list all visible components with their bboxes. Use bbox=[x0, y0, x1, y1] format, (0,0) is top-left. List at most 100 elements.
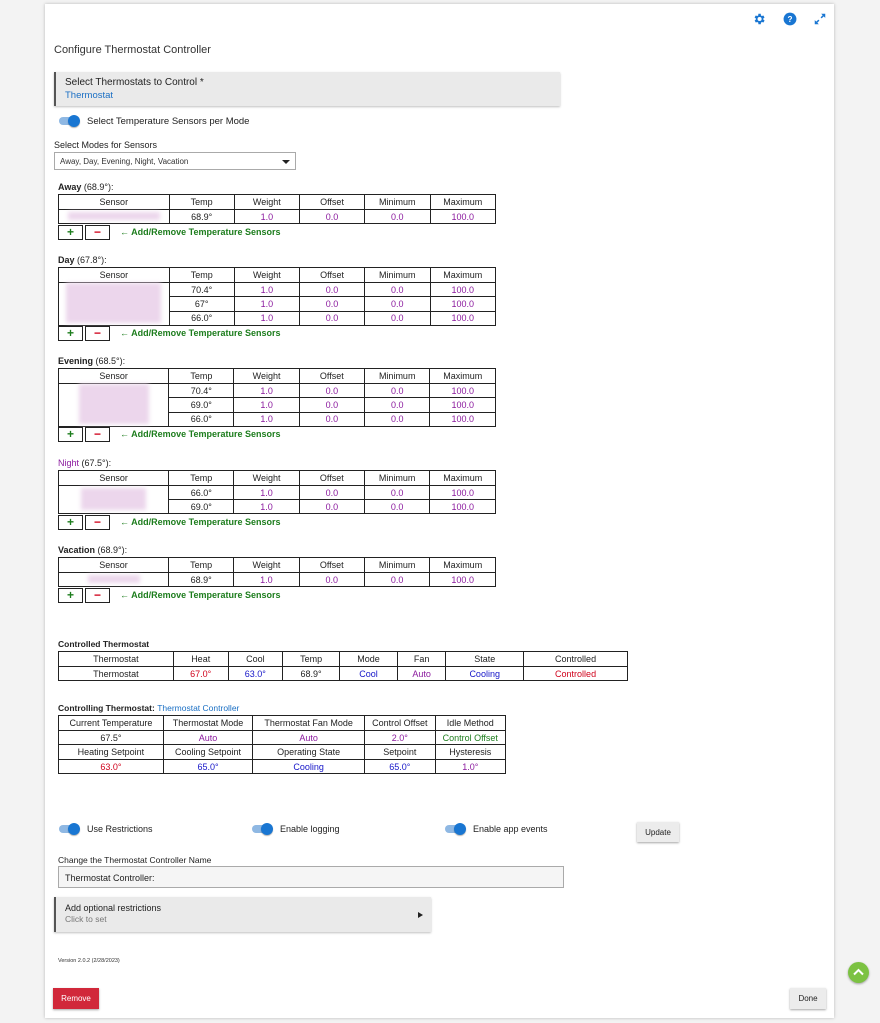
sensor-setting[interactable]: 0.0 bbox=[298, 485, 365, 500]
controlling-thermostat-link[interactable]: Thermostat Controller bbox=[157, 703, 239, 713]
sensor-name-cell[interactable] bbox=[57, 485, 170, 514]
update-button[interactable]: Update bbox=[637, 822, 679, 842]
sensor-setting[interactable]: 1.0 bbox=[233, 397, 300, 413]
mode-heading: Vacation (68.9°): bbox=[58, 545, 127, 555]
sensor-setting[interactable]: 0.0 bbox=[363, 499, 431, 514]
sensor-setting[interactable]: 0.0 bbox=[363, 572, 431, 587]
sensor-setting[interactable]: 0.0 bbox=[363, 382, 431, 399]
sensor-setting[interactable]: 1.0 bbox=[233, 411, 300, 428]
remove-sensor-button[interactable]: − bbox=[85, 427, 110, 442]
add-sensor-button[interactable]: + bbox=[58, 588, 83, 603]
sensor-setting[interactable]: 0.0 bbox=[298, 281, 366, 298]
add-remove-sensors-link[interactable]: ← Add/Remove Temperature Sensors bbox=[120, 328, 281, 338]
column-header: Cool bbox=[227, 651, 284, 667]
controlling-value: Auto bbox=[162, 730, 254, 745]
sensor-setting[interactable]: 1.0 bbox=[233, 572, 300, 587]
sensor-setting[interactable]: 100.0 bbox=[429, 572, 496, 587]
add-remove-sensors-link[interactable]: ← Add/Remove Temperature Sensors bbox=[120, 517, 281, 527]
sensor-setting[interactable]: 0.0 bbox=[298, 382, 365, 399]
controlling-thermostat-label: Controlling Thermostat: bbox=[58, 703, 155, 713]
sensor-setting[interactable]: 0.0 bbox=[364, 209, 431, 224]
sensor-setting[interactable]: 0.0 bbox=[298, 397, 365, 413]
controlled-value: Cool bbox=[338, 666, 399, 681]
sensor-setting[interactable]: 1.0 bbox=[233, 485, 300, 500]
use-restrictions-toggle[interactable] bbox=[59, 823, 80, 835]
remove-button[interactable]: Remove bbox=[53, 988, 99, 1009]
sensors-per-mode-toggle[interactable] bbox=[59, 115, 80, 127]
remove-sensor-button[interactable]: − bbox=[85, 515, 110, 530]
sensor-setting[interactable]: 0.0 bbox=[298, 296, 366, 312]
sensor-setting[interactable]: 0.0 bbox=[364, 296, 431, 312]
controller-name-input[interactable]: Thermostat Controller: bbox=[58, 866, 564, 888]
sensor-setting[interactable]: 0.0 bbox=[364, 310, 431, 327]
sensor-setting[interactable]: 1.0 bbox=[233, 310, 300, 327]
sensor-name-cell[interactable] bbox=[58, 282, 170, 326]
sensor-setting[interactable]: 0.0 bbox=[364, 281, 431, 298]
sensor-setting[interactable]: 1.0 bbox=[233, 281, 300, 298]
sensor-setting[interactable]: 0.0 bbox=[363, 411, 431, 428]
sensor-setting[interactable]: 100.0 bbox=[429, 499, 496, 514]
controlling-value: 63.0° bbox=[58, 759, 164, 774]
sensor-setting[interactable]: 100.0 bbox=[429, 281, 496, 298]
mode-name: Vacation bbox=[58, 545, 96, 555]
thermostat-select-value: Thermostat bbox=[65, 90, 114, 101]
help-icon[interactable]: ? bbox=[783, 12, 797, 26]
sensor-temp: 66.0° bbox=[168, 485, 235, 500]
sensor-setting[interactable]: 100.0 bbox=[429, 485, 496, 500]
restrictions-sub: Click to set bbox=[65, 914, 107, 924]
sensor-setting[interactable]: 0.0 bbox=[363, 397, 431, 413]
use-restrictions-label: Use Restrictions bbox=[87, 824, 153, 834]
controlling-value: 1.0° bbox=[434, 759, 507, 774]
mode-heading: Day (67.8°): bbox=[58, 255, 107, 265]
restrictions-label: Add optional restrictions bbox=[65, 903, 162, 913]
sensor-name-cell[interactable] bbox=[58, 572, 169, 587]
add-sensor-button[interactable]: + bbox=[58, 427, 83, 442]
gear-icon[interactable] bbox=[752, 12, 766, 26]
controlling-value: Control Offset bbox=[434, 730, 507, 745]
enable-logging-toggle[interactable] bbox=[252, 823, 273, 835]
column-header: Temp bbox=[282, 651, 340, 667]
remove-sensor-button[interactable]: − bbox=[85, 588, 110, 603]
sensor-setting[interactable]: 0.0 bbox=[298, 499, 365, 514]
scroll-top-button[interactable] bbox=[848, 962, 869, 983]
sensor-setting[interactable]: 1.0 bbox=[233, 499, 300, 514]
page-title: Configure Thermostat Controller bbox=[54, 44, 211, 56]
sensor-setting[interactable]: 100.0 bbox=[429, 296, 496, 312]
remove-sensor-button[interactable]: − bbox=[85, 326, 110, 341]
sensor-setting[interactable]: 0.0 bbox=[298, 209, 366, 224]
sensor-name-cell[interactable] bbox=[57, 383, 170, 427]
mode-name: Evening bbox=[58, 356, 94, 366]
enable-app-events-toggle[interactable] bbox=[445, 823, 466, 835]
optional-restrictions-section[interactable]: Add optional restrictions Click to set bbox=[54, 897, 431, 932]
sensor-setting[interactable]: 100.0 bbox=[429, 310, 496, 327]
modes-select[interactable]: Away, Day, Evening, Night, Vacation bbox=[54, 152, 296, 170]
sensor-setting[interactable]: 100.0 bbox=[429, 411, 496, 428]
sensor-setting[interactable]: 100.0 bbox=[429, 209, 496, 224]
column-header: Offset bbox=[298, 267, 366, 283]
sensor-setting[interactable]: 100.0 bbox=[429, 397, 496, 413]
mode-temperature: (68.9°): bbox=[81, 182, 114, 192]
add-remove-sensors-link[interactable]: ← Add/Remove Temperature Sensors bbox=[120, 590, 281, 600]
sensor-setting[interactable]: 0.0 bbox=[298, 572, 365, 587]
sensor-setting[interactable]: 0.0 bbox=[298, 310, 366, 327]
add-remove-sensors-link[interactable]: ← Add/Remove Temperature Sensors bbox=[120, 429, 281, 439]
thermostat-select[interactable]: Select Thermostats to Control * Thermost… bbox=[54, 72, 560, 106]
sensor-setting[interactable]: 1.0 bbox=[233, 382, 300, 399]
add-sensor-button[interactable]: + bbox=[58, 515, 83, 530]
mode-temperature: (68.9°): bbox=[95, 545, 128, 555]
expand-icon[interactable] bbox=[813, 12, 827, 26]
add-sensor-button[interactable]: + bbox=[58, 326, 83, 341]
sensor-setting[interactable]: 1.0 bbox=[233, 296, 300, 312]
sensor-setting[interactable]: 0.0 bbox=[363, 485, 431, 500]
column-header: Minimum bbox=[363, 470, 431, 486]
version-text: Version 2.0.2 (2/28/2023) bbox=[58, 958, 120, 964]
add-remove-sensors-link[interactable]: ← Add/Remove Temperature Sensors bbox=[120, 227, 281, 237]
sensor-setting[interactable]: 1.0 bbox=[233, 209, 300, 224]
sensor-setting[interactable]: 100.0 bbox=[429, 382, 496, 399]
column-header: Hysteresis bbox=[434, 744, 507, 760]
sensor-name-cell[interactable] bbox=[58, 209, 170, 224]
done-button[interactable]: Done bbox=[790, 988, 826, 1009]
remove-sensor-button[interactable]: − bbox=[85, 225, 110, 240]
sensor-setting[interactable]: 0.0 bbox=[298, 411, 365, 428]
add-sensor-button[interactable]: + bbox=[58, 225, 83, 240]
